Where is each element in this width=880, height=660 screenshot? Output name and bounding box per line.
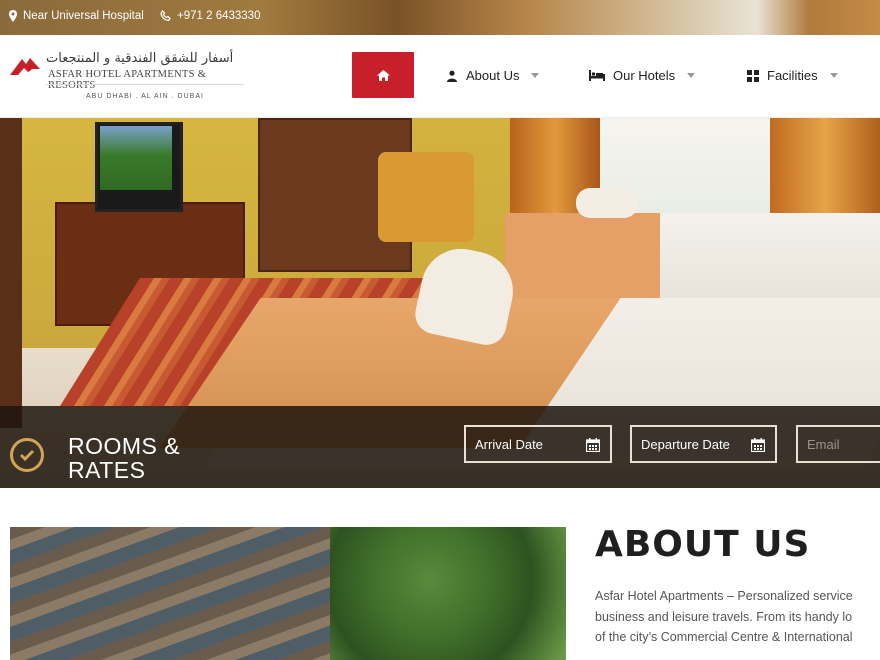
home-button[interactable]: [352, 52, 414, 98]
hotel-building-image: [10, 527, 566, 660]
rooms-rates-line1: ROOMS &: [68, 433, 181, 459]
map-pin-icon: [9, 10, 17, 22]
rooms-rates-title: ROOMS & RATES: [68, 434, 180, 482]
about-line: of the city’s Commercial Centre & Intern…: [595, 630, 853, 644]
bed-icon: [589, 70, 605, 81]
arrival-date-field[interactable]: Arrival Date: [464, 425, 612, 463]
site-logo[interactable]: أسفار للشقق الفندقية و المنتجعات ASFAR H…: [10, 49, 250, 107]
nav-hotels-label: Our Hotels: [613, 68, 676, 83]
grid-icon: [747, 69, 759, 82]
calendar-icon[interactable]: [586, 438, 600, 452]
checkmark-circle-icon: [10, 438, 44, 472]
nav-our-hotels[interactable]: Our Hotels: [589, 68, 696, 83]
phone-icon: [160, 10, 171, 22]
chevron-down-icon: [829, 73, 838, 78]
phone-text[interactable]: +971 2 6433330: [177, 10, 260, 22]
email-placeholder: Email: [807, 436, 840, 452]
chevron-down-icon: [531, 73, 540, 78]
email-field[interactable]: Email: [796, 425, 880, 463]
arrival-date-placeholder: Arrival Date: [475, 436, 543, 452]
rooms-rates-line2: RATES: [68, 457, 146, 483]
about-us-heading: ABOUT US: [595, 524, 811, 565]
about-line: business and leisure travels. From its h…: [595, 609, 853, 624]
nav-about-us[interactable]: About Us: [446, 68, 540, 83]
top-info-bar: Near Universal Hospital +971 2 6433330: [0, 0, 880, 35]
about-line: Asfar Hotel Apartments – Personalized se…: [595, 589, 853, 603]
logo-arabic-text: أسفار للشقق الفندقية و المنتجعات: [46, 51, 234, 66]
about-us-text: Asfar Hotel Apartments – Personalized se…: [595, 586, 880, 648]
departure-date-field[interactable]: Departure Date: [630, 425, 777, 463]
departure-date-placeholder: Departure Date: [641, 436, 730, 452]
nav-about-label: About Us: [466, 68, 520, 83]
logo-cities-text: ABU DHABI . AL AIN . DUBAI: [86, 93, 204, 100]
phone-info[interactable]: +971 2 6433330: [160, 10, 260, 22]
location-info: Near Universal Hospital: [8, 10, 144, 22]
logo-english-text: ASFAR HOTEL APARTMENTS & RESORTS: [48, 69, 207, 91]
home-icon: [376, 69, 390, 81]
logo-divider: [46, 84, 244, 85]
logo-mark-icon: [10, 58, 40, 75]
calendar-icon[interactable]: [751, 438, 765, 452]
nav-facilities[interactable]: Facilities: [747, 68, 838, 83]
nav-facilities-label: Facilities: [767, 68, 818, 83]
chevron-down-icon: [687, 73, 696, 78]
site-header: أسفار للشقق الفندقية و المنتجعات ASFAR H…: [0, 35, 880, 118]
location-text: Near Universal Hospital: [23, 10, 144, 22]
user-icon: [447, 70, 457, 82]
